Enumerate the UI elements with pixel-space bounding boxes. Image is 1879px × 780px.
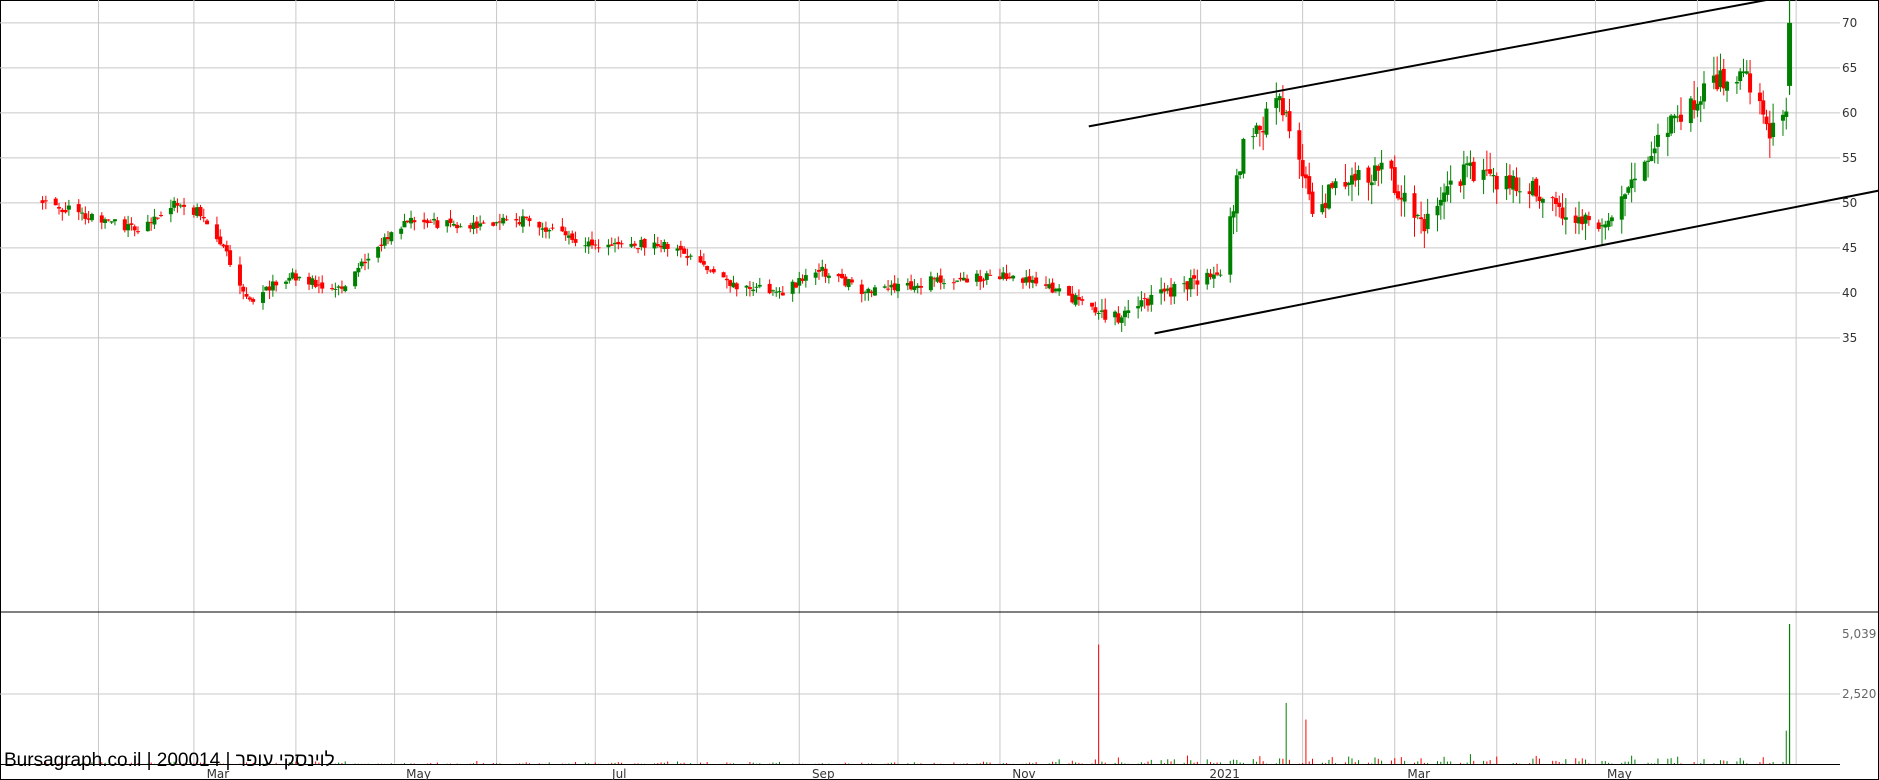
x-tick-label: May bbox=[406, 767, 431, 780]
price-candle bbox=[1228, 207, 1233, 283]
price-tick-label: 70 bbox=[1842, 16, 1857, 30]
x-tick-label: Nov bbox=[1012, 767, 1035, 780]
x-tick-label: May bbox=[1607, 767, 1632, 780]
chart-frame bbox=[0, 0, 1879, 780]
x-tick-label: Jul bbox=[611, 767, 626, 780]
price-candle bbox=[1326, 184, 1331, 210]
price-tick-label: 55 bbox=[1842, 151, 1857, 165]
price-tick-label: 35 bbox=[1842, 331, 1857, 345]
x-tick-label: Sep bbox=[812, 767, 835, 780]
price-candle bbox=[1642, 160, 1647, 182]
price-tick-label: 40 bbox=[1842, 286, 1857, 300]
footer-source-label: Bursagraph.co.il | 200014 | לוינסקי עופר bbox=[4, 750, 335, 771]
price-tick-label: 50 bbox=[1842, 196, 1857, 210]
volume-tick-label: 5,039 bbox=[1842, 627, 1876, 641]
price-tick-label: 60 bbox=[1842, 106, 1857, 120]
price-candle bbox=[1073, 293, 1078, 307]
price-tick-label: 45 bbox=[1842, 241, 1857, 255]
x-tick-label: 2021 bbox=[1209, 767, 1240, 780]
price-candle bbox=[721, 271, 726, 278]
price-tick-label: 65 bbox=[1842, 61, 1857, 75]
volume-tick-label: 2,520 bbox=[1842, 687, 1876, 701]
price-candle bbox=[1241, 137, 1246, 179]
chart-canvas: 73 35404550556065707580852,5205,039MarMa… bbox=[0, 0, 1879, 780]
stock-chart: 73 35404550556065707580852,5205,039MarMa… bbox=[0, 0, 1879, 780]
x-tick-label: Mar bbox=[1407, 767, 1430, 780]
